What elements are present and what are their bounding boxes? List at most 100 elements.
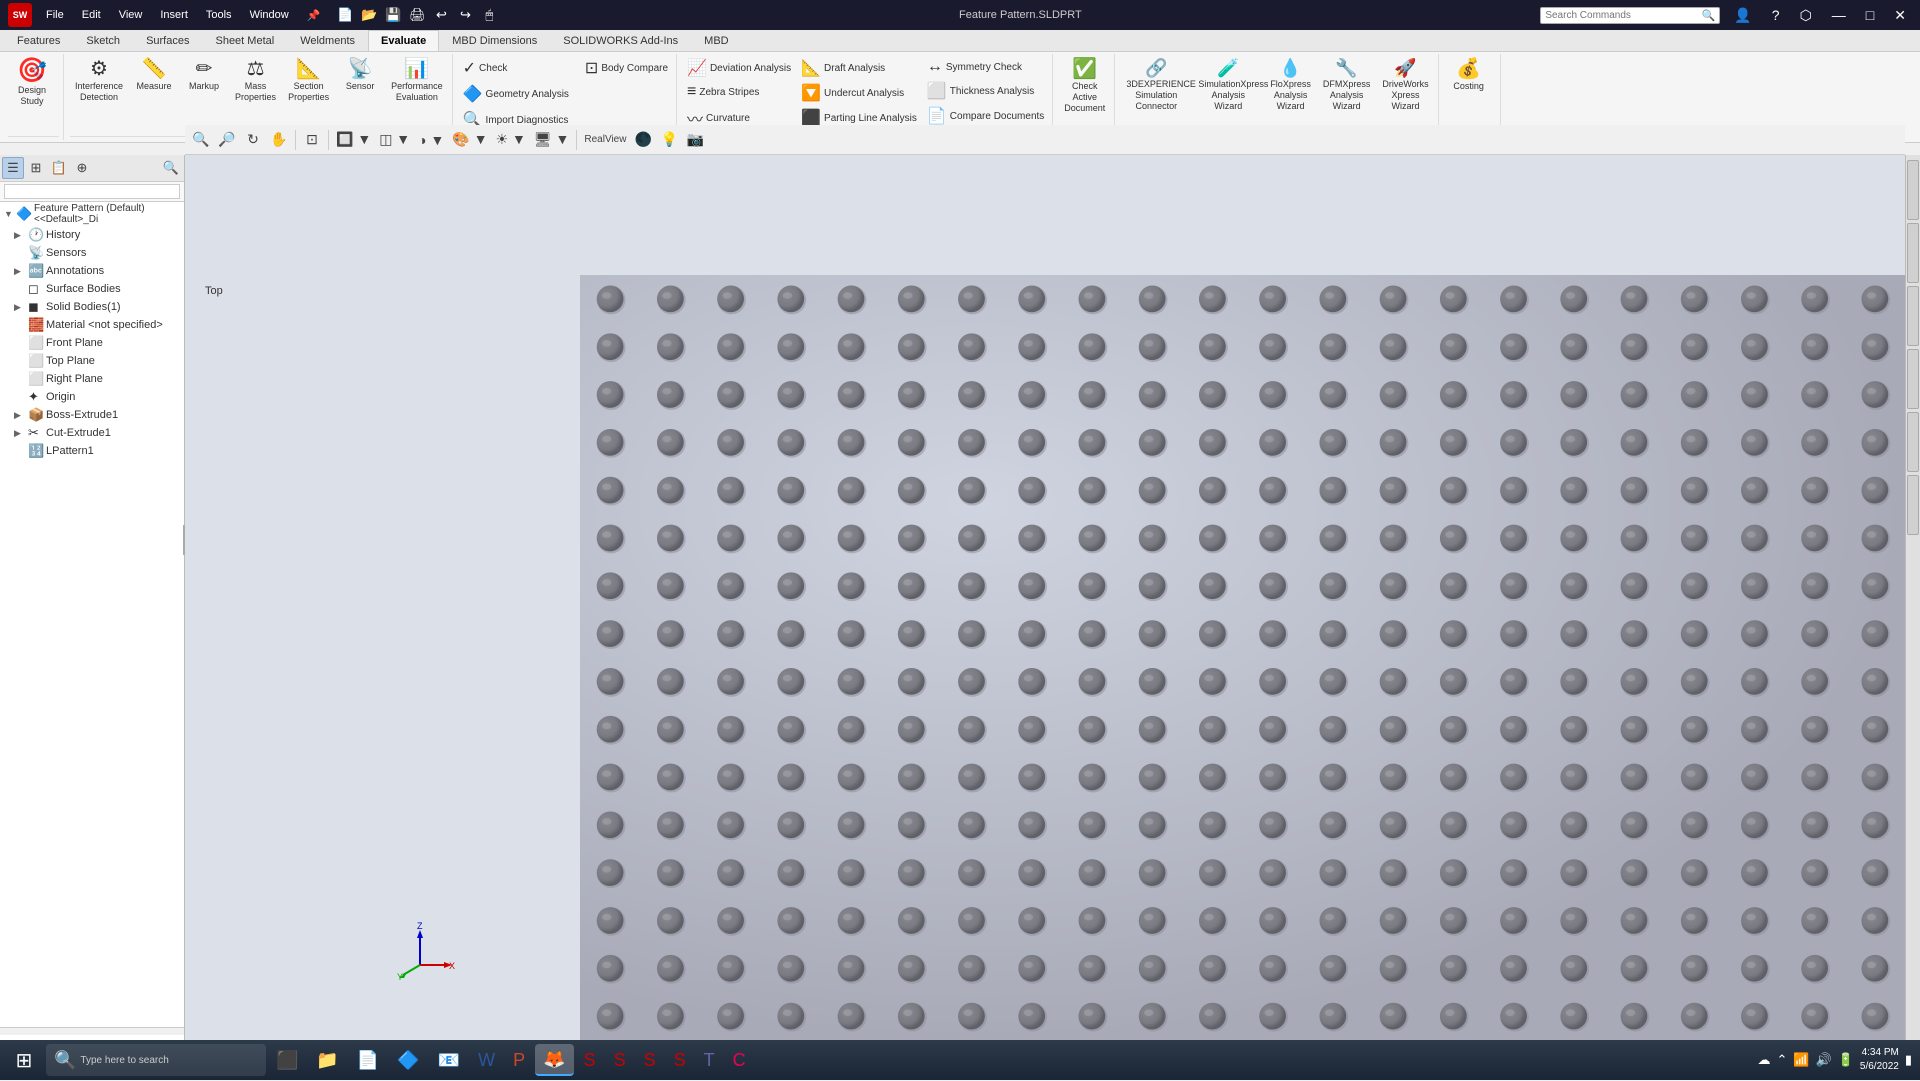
interference-detection-btn[interactable]: ⚙ InterferenceDetection [70, 56, 128, 106]
help-icon[interactable]: ? [1766, 7, 1786, 23]
acrobat-app[interactable]: 📄 [349, 1044, 387, 1076]
teams-app[interactable]: T [696, 1044, 723, 1076]
search-input[interactable] [1545, 10, 1701, 21]
view-orient-btn[interactable]: 🔲 ▼ [333, 128, 374, 152]
app1-taskbar[interactable]: 🔷 [389, 1044, 427, 1076]
print-btn[interactable]: 🖨 [406, 4, 428, 26]
display-style-btn[interactable]: ◑ ▼ [415, 128, 447, 152]
menu-pin[interactable]: 📌 [299, 7, 329, 24]
tab-evaluate[interactable]: Evaluate [368, 30, 439, 51]
right-btn-6[interactable] [1907, 475, 1919, 535]
user-icon[interactable]: 👤 [1728, 7, 1757, 24]
task-view-btn[interactable]: ⬛ [268, 1044, 306, 1076]
sw-app4[interactable]: S [666, 1044, 694, 1076]
costing-btn[interactable]: 💰 Costing [1445, 56, 1493, 95]
deviation-analysis-btn[interactable]: 📈 Deviation Analysis [683, 56, 795, 80]
select-btn[interactable]: 🖱 [478, 4, 500, 26]
tree-front-plane[interactable]: ⬜ Front Plane [0, 334, 184, 352]
right-btn-5[interactable] [1907, 412, 1919, 472]
tree-boss-extrude[interactable]: ▶ 📦 Boss-Extrude1 [0, 406, 184, 424]
tree-lpattern[interactable]: 🔢 LPattern1 [0, 442, 184, 460]
section-properties-btn[interactable]: 📐 SectionProperties [283, 56, 334, 106]
check-active-btn[interactable]: ✅ CheckActiveDocument [1059, 56, 1110, 116]
tab-sketch[interactable]: Sketch [73, 30, 133, 51]
clock[interactable]: 4:34 PM 5/6/2022 [1860, 1046, 1899, 1074]
tree-material[interactable]: 🧱 Material <not specified> [0, 316, 184, 334]
open-btn[interactable]: 📂 [358, 4, 380, 26]
tab-weldments[interactable]: Weldments [287, 30, 368, 51]
close-btn[interactable]: ✕ [1888, 7, 1912, 24]
menu-edit[interactable]: Edit [74, 7, 109, 24]
tree-root[interactable]: ▼ 🔷 Feature Pattern (Default)<<Default>_… [0, 202, 184, 226]
sw-app3[interactable]: S [636, 1044, 664, 1076]
tree-origin[interactable]: ✦ Origin [0, 388, 184, 406]
property-manager-btn[interactable]: ⊞ [25, 157, 47, 179]
rotate-btn[interactable]: ↻ [241, 128, 265, 152]
dfmxpress-btn[interactable]: 🔧 DFMXpressAnalysisWizard [1318, 56, 1376, 114]
tree-surface-bodies[interactable]: ◻ Surface Bodies [0, 280, 184, 298]
tray-volume[interactable]: 🔊 [1816, 1052, 1832, 1068]
undo-btn[interactable]: ↩ [430, 4, 452, 26]
zoom-in-btn[interactable]: 🔎 [215, 128, 239, 152]
menu-view[interactable]: View [111, 7, 151, 24]
zoom-to-fit-btn[interactable]: 🔍 [189, 128, 213, 152]
tree-sensors[interactable]: 📡 Sensors [0, 244, 184, 262]
tab-features[interactable]: Features [4, 30, 73, 51]
check-btn[interactable]: ✓ Check [459, 56, 573, 80]
main-canvas[interactable]: Top [185, 155, 1905, 1040]
menu-tools[interactable]: Tools [198, 7, 240, 24]
pattern-area[interactable] [580, 275, 1905, 1040]
realview-btn[interactable]: RealView [581, 128, 629, 152]
new-btn[interactable]: 📄 [334, 4, 356, 26]
display-manager-btn[interactable]: 🖥 ▼ [531, 128, 573, 152]
tray-network[interactable]: 📶 [1793, 1052, 1809, 1068]
shadows-btn[interactable]: 🌑 [631, 128, 655, 152]
menu-insert[interactable]: Insert [152, 7, 196, 24]
word-app[interactable]: W [470, 1044, 503, 1076]
firefox-app[interactable]: 🦊 [535, 1044, 573, 1076]
sw-app1[interactable]: S [576, 1044, 604, 1076]
expand-icon[interactable]: ⬡ [1794, 7, 1818, 24]
right-btn-3[interactable] [1907, 286, 1919, 346]
ambient-btn[interactable]: 💡 [657, 128, 681, 152]
floworks-btn[interactable]: 💧 FloXpressAnalysisWizard [1265, 56, 1316, 114]
menu-file[interactable]: File [38, 7, 72, 24]
simulation-xpress-btn[interactable]: 🧪 SimulationXpressAnalysisWizard [1193, 56, 1263, 114]
tab-surfaces[interactable]: Surfaces [133, 30, 202, 51]
driveworks-btn[interactable]: 🚀 DriveWorksXpressWizard [1377, 56, 1433, 114]
tab-mbd-dimensions[interactable]: MBD Dimensions [439, 30, 550, 51]
save-btn[interactable]: 💾 [382, 4, 404, 26]
filter-input[interactable] [4, 184, 180, 199]
right-btn-4[interactable] [1907, 349, 1919, 409]
cortana-app[interactable]: C [725, 1044, 754, 1076]
undercut-analysis-btn[interactable]: 🔽 Undercut Analysis [797, 81, 921, 105]
feature-tree-btn[interactable]: ☰ [2, 157, 24, 179]
measure-btn[interactable]: 📏 Measure [130, 56, 178, 95]
pan-btn[interactable]: ✋ [267, 128, 291, 152]
menu-window[interactable]: Window [242, 7, 297, 24]
filter-btn[interactable]: 🔍 [160, 157, 182, 179]
sensor-btn[interactable]: 📡 Sensor [336, 56, 384, 95]
design-study-btn[interactable]: 🎯 DesignStudy [8, 56, 56, 110]
configuration-manager-btn[interactable]: 📋 [48, 157, 70, 179]
tab-sheet-metal[interactable]: Sheet Metal [202, 30, 287, 51]
tree-right-plane[interactable]: ⬜ Right Plane [0, 370, 184, 388]
section-view-btn[interactable]: ◫ ▼ [376, 128, 413, 152]
thickness-analysis-btn[interactable]: ⬜ Thickness Analysis [923, 79, 1048, 103]
show-desktop[interactable]: ▮ [1905, 1052, 1912, 1068]
tray-battery[interactable]: 🔋 [1838, 1052, 1854, 1068]
minimize-btn[interactable]: — [1826, 7, 1852, 23]
restore-btn[interactable]: □ [1860, 7, 1880, 23]
performance-evaluation-btn[interactable]: 📊 PerformanceEvaluation [386, 56, 448, 106]
perspective-btn[interactable]: 📷 [683, 128, 707, 152]
tab-addins[interactable]: SOLIDWORKS Add-Ins [550, 30, 691, 51]
tree-history[interactable]: ▶ 🕐 History [0, 226, 184, 244]
appearance-btn[interactable]: 🎨 ▼ [449, 128, 490, 152]
redo-btn[interactable]: ↪ [454, 4, 476, 26]
ppt-app[interactable]: P [505, 1044, 533, 1076]
tree-annotations[interactable]: ▶ 🔤 Annotations [0, 262, 184, 280]
tab-mbd[interactable]: MBD [691, 30, 741, 51]
select-filter-btn[interactable]: ⊡ [300, 128, 324, 152]
search-bar[interactable]: 🔍 [1540, 7, 1720, 24]
right-btn-1[interactable] [1907, 160, 1919, 220]
